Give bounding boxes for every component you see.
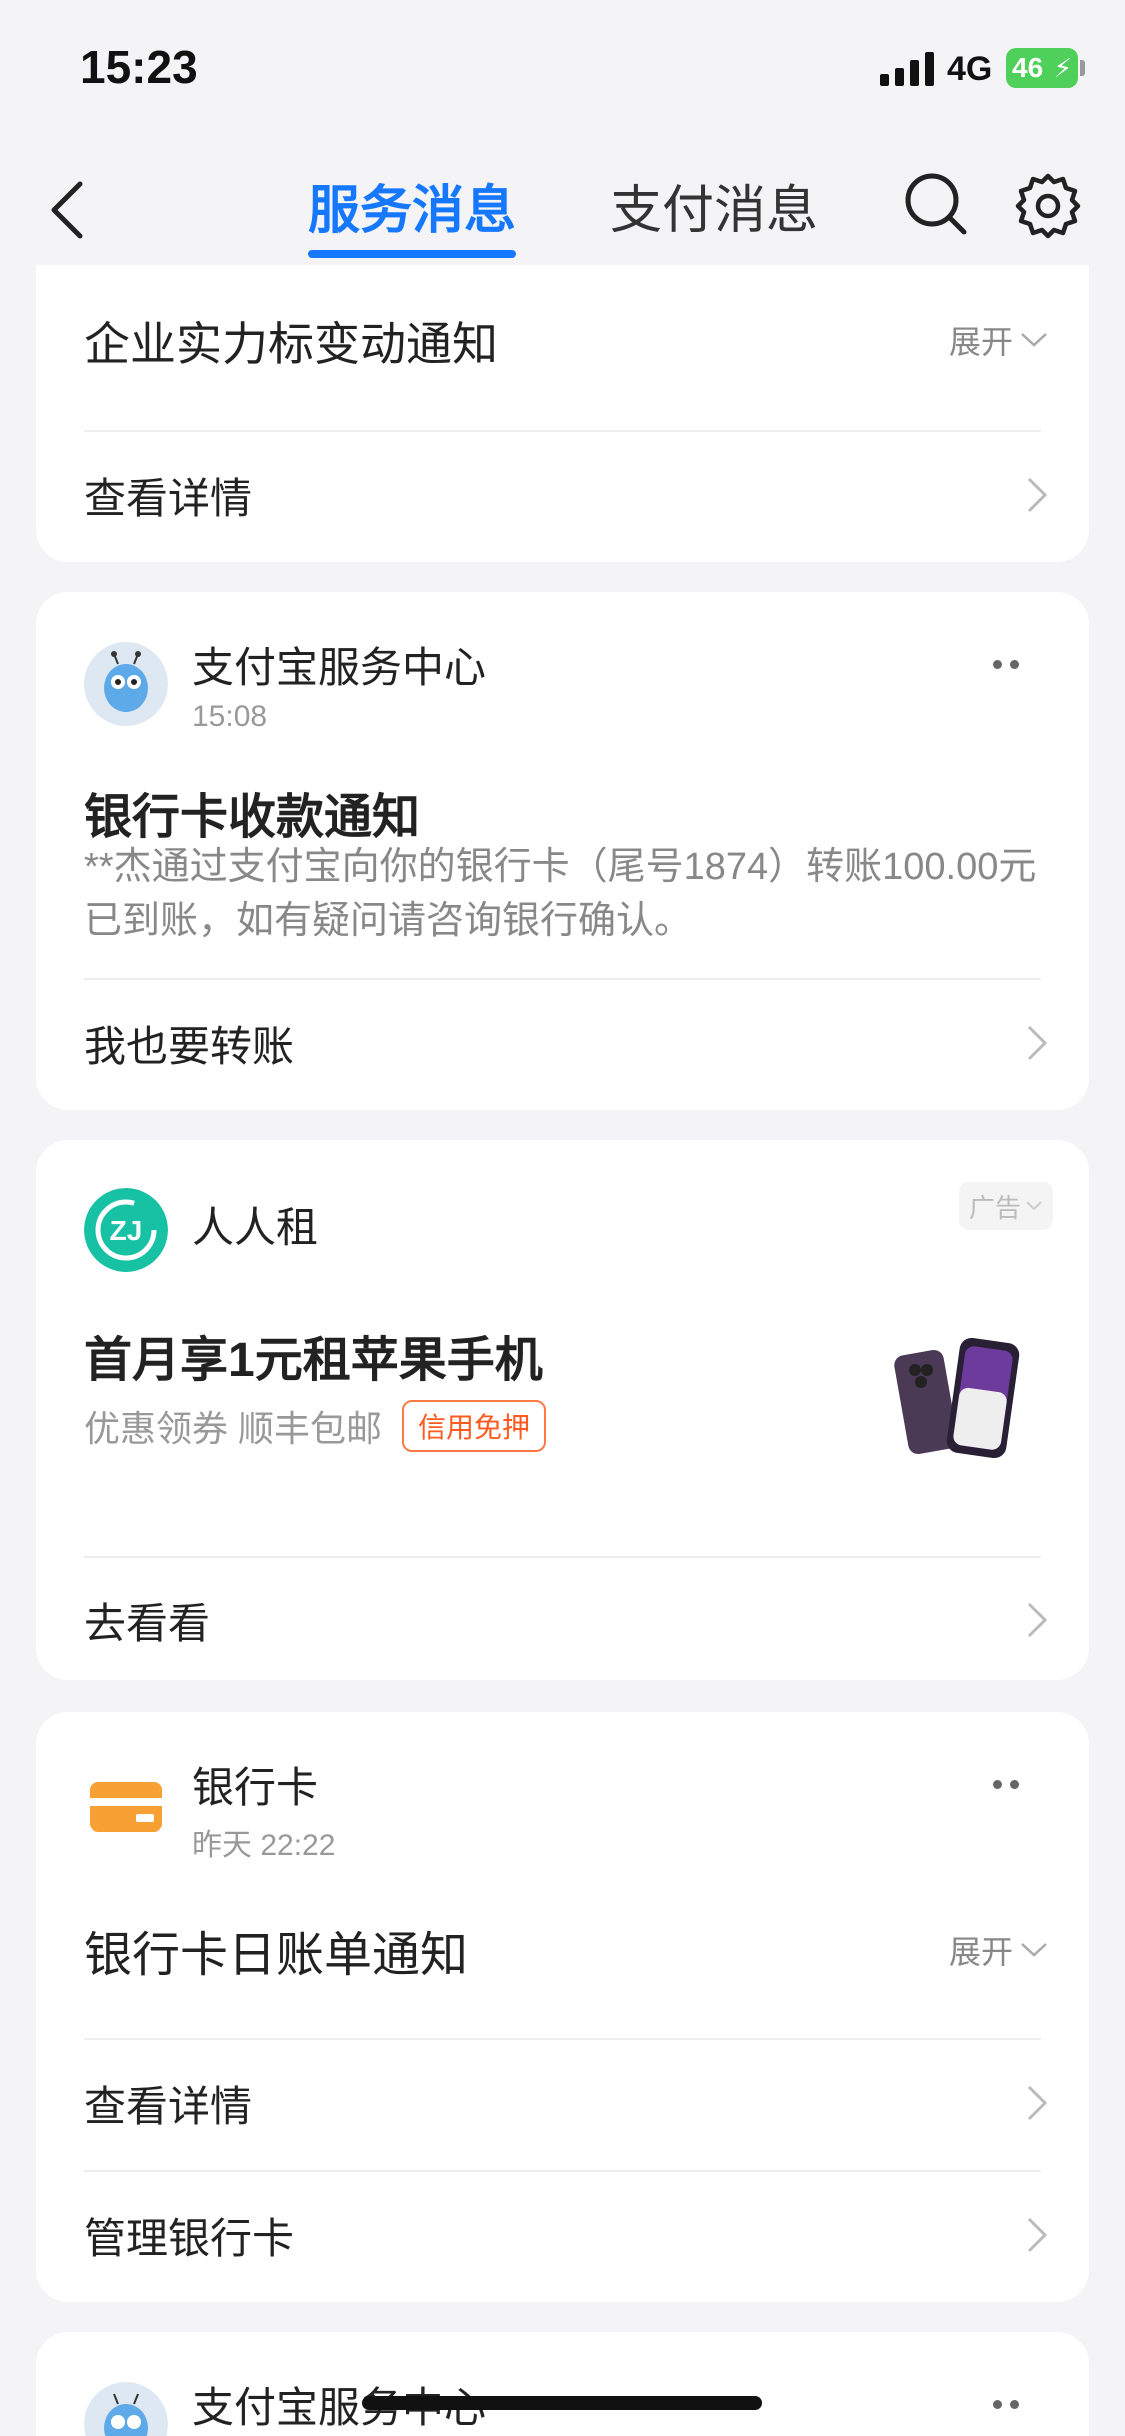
promo-tag: 信用免押 — [402, 1400, 547, 1452]
message-time: 昨天 22:22 — [192, 1829, 336, 1862]
sender-name: 银行卡 — [192, 1764, 319, 1811]
message-title: 银行卡收款通知 — [84, 791, 421, 844]
settings-button[interactable] — [1008, 164, 1088, 244]
sender-info: 银行卡 昨天 22:22 — [84, 1762, 335, 1864]
divider — [84, 978, 1041, 980]
link-label: 管理银行卡 — [84, 2214, 295, 2262]
message-title: 企业实力标变动通知 — [84, 318, 498, 370]
iphone-image-icon — [894, 1337, 1020, 1459]
chevron-right-icon — [1027, 2085, 1048, 2121]
message-time: 15:08 — [192, 700, 268, 733]
alipay-service-avatar[interactable] — [84, 2382, 168, 2436]
go-see-link[interactable]: 去看看 — [84, 1580, 1049, 1660]
promo-subtitle: 优惠领券 顺丰包邮 — [84, 1408, 383, 1449]
sender-info: ZJ 人人租 — [84, 1188, 318, 1272]
back-arrow-icon — [51, 181, 83, 239]
link-label: 查看详情 — [84, 474, 253, 522]
sender-name: 人人租 — [192, 1204, 319, 1251]
divider — [84, 2170, 1041, 2172]
transfer-link[interactable]: 我也要转账 — [84, 1003, 1049, 1083]
search-icon — [905, 173, 967, 235]
divider — [84, 2038, 1041, 2040]
bank-card-icon — [84, 1762, 168, 1846]
renrenzu-logo-icon: ZJ — [84, 1188, 168, 1272]
renrenzu-logo: ZJ — [84, 1188, 168, 1272]
more-options-button[interactable] — [993, 2400, 1019, 2409]
message-card-bank-receipt: 支付宝服务中心 15:08 银行卡收款通知 **杰通过支付宝向你的银行卡（尾号1… — [36, 592, 1089, 1110]
expand-button[interactable]: 展开 — [949, 317, 1049, 363]
tab-service-messages[interactable]: 服务消息 — [308, 168, 516, 243]
sender-info: 支付宝服务中心 15:08 — [84, 642, 486, 734]
svg-text:ZJ: ZJ — [110, 1215, 143, 1246]
chevron-right-icon — [1027, 477, 1048, 513]
ad-card-renrenzu[interactable]: ZJ 人人租 广告 首月享1元租苹果手机 优惠领券 顺丰包邮 信用免押 去看看 — [36, 1140, 1089, 1680]
charging-icon: ⚡ — [1053, 53, 1072, 83]
chevron-right-icon — [1027, 1602, 1048, 1638]
nav-bar: 服务消息 支付消息 — [0, 140, 1125, 265]
view-details-link[interactable]: 查看详情 — [84, 455, 1049, 535]
active-tab-indicator — [308, 250, 516, 258]
manage-bank-card-link[interactable]: 管理银行卡 — [84, 2195, 1049, 2275]
status-time: 15:23 — [80, 41, 198, 93]
message-card-bank-statement: 银行卡 昨天 22:22 银行卡日账单通知 展开 查看详情 管理银行卡 — [36, 1712, 1089, 2302]
more-options-button[interactable] — [993, 660, 1019, 669]
battery-cap — [1080, 60, 1085, 76]
chevron-down-icon — [1021, 1943, 1047, 1957]
ad-badge[interactable]: 广告 — [958, 1182, 1053, 1230]
battery-level: 46 — [1012, 52, 1044, 83]
back-button[interactable] — [40, 170, 100, 250]
divider — [84, 1556, 1041, 1558]
message-body: **杰通过支付宝向你的银行卡（尾号1874）转账100.00元已到账，如有疑问请… — [84, 846, 1037, 942]
chevron-down-icon — [1026, 1201, 1042, 1211]
link-label: 我也要转账 — [84, 1022, 295, 1070]
link-label: 查看详情 — [84, 2082, 253, 2130]
expand-button[interactable]: 展开 — [949, 1927, 1049, 1973]
gear-icon — [1015, 173, 1081, 239]
chevron-down-icon — [1021, 333, 1047, 347]
view-details-link[interactable]: 查看详情 — [84, 2063, 1049, 2143]
message-card-alipay-service: 支付宝服务中心 — [36, 2332, 1089, 2436]
more-options-button[interactable] — [993, 1780, 1019, 1789]
tab-payment-messages[interactable]: 支付消息 — [610, 168, 818, 243]
chevron-right-icon — [1027, 1025, 1048, 1061]
expand-label: 展开 — [948, 1934, 1013, 1970]
battery-icon: 46 ⚡ — [1006, 48, 1078, 88]
promo-subtitle-row: 优惠领券 顺丰包邮 信用免押 — [84, 1400, 547, 1452]
sender-name: 支付宝服务中心 — [192, 644, 487, 691]
bank-card-avatar[interactable] — [84, 1762, 168, 1846]
message-title: 银行卡日账单通知 — [84, 1929, 469, 1982]
divider — [84, 430, 1041, 432]
ad-label: 广告 — [968, 1192, 1021, 1223]
signal-icon — [880, 52, 934, 86]
alipay-service-avatar[interactable] — [84, 642, 168, 726]
message-card-enterprise: 企业实力标变动通知 展开 查看详情 — [36, 265, 1089, 562]
iphone-product-image — [893, 1330, 1033, 1470]
network-type: 4G — [947, 50, 993, 88]
chevron-right-icon — [1027, 2217, 1048, 2253]
robot-mascot-icon — [84, 642, 168, 726]
promo-title: 首月享1元租苹果手机 — [84, 1334, 543, 1387]
expand-label: 展开 — [948, 324, 1013, 360]
robot-mascot-icon — [84, 2382, 168, 2436]
home-indicator[interactable] — [362, 2396, 762, 2410]
status-bar: 15:23 4G 46 ⚡ — [0, 0, 1125, 140]
search-button[interactable] — [896, 164, 976, 244]
link-label: 去看看 — [84, 1599, 211, 1647]
